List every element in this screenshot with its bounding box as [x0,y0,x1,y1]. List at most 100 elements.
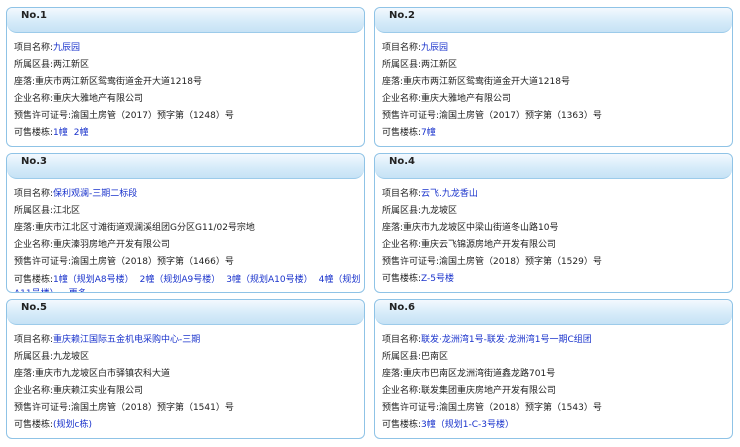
card-number-header: No.6 [375,300,732,325]
district-value: 九龙坡区 [421,206,458,216]
company-row: 企业名称:重庆大雅地产有限公司 [382,91,732,108]
listing-card: No.2 项目名称:九辰园 所属区县:两江新区 座落:重庆市两江新区鸳鸯街道金开大道1… [374,7,733,147]
district-label: 所属区县: [382,206,422,216]
card-number-header: No.4 [375,154,732,179]
building-link[interactable]: Z-5号楼 [421,274,454,284]
district-label: 所属区县: [382,60,422,70]
permit-label: 预售许可证号: [14,111,72,121]
building-link[interactable]: (规划c栋) [53,420,92,430]
building-link[interactable]: 1幢 [53,128,68,138]
project-row: 项目名称:云飞.九龙香山 [382,186,732,203]
project-name-link[interactable]: 九辰园 [53,43,80,53]
company-value: 重庆大雅地产有限公司 [53,94,144,104]
buildings-label: 可售楼栋: [14,420,54,430]
location-label: 座落: [382,223,404,233]
more-buildings-link[interactable]: 更多... [69,289,96,292]
company-row: 企业名称:重庆溱羽房地产开发有限公司 [14,237,364,254]
company-label: 企业名称: [382,94,422,104]
buildings-label: 可售楼栋: [382,128,422,138]
district-row: 所属区县:巴南区 [382,349,732,366]
location-row: 座落:重庆市江北区寸滩街道观澜溪组团G分区G11/02号宗地 [14,220,364,237]
district-row: 所属区县:九龙坡区 [382,203,732,220]
card-body: 项目名称:九辰园 所属区县:两江新区 座落:重庆市两江新区鸳鸯街道金开大道1218号… [375,33,732,142]
card-number-header: No.1 [7,8,364,33]
card-number-header: No.2 [375,8,732,33]
company-value: 重庆云飞锦源房地产开发有限公司 [421,240,557,250]
district-value: 江北区 [53,206,81,216]
location-label: 座落: [382,77,404,87]
project-name-link[interactable]: 保利观澜-三期二标段 [53,189,137,199]
card-body: 项目名称:九辰园 所属区县:两江新区 座落:重庆市两江新区鸳鸯街道金开大道1218号… [7,33,364,142]
project-name-link[interactable]: 重庆赖江国际五金机电采购中心-三期 [53,335,200,345]
district-value: 巴南区 [421,352,449,362]
permit-label: 预售许可证号: [382,257,440,267]
project-row: 项目名称:九辰园 [382,40,732,57]
buildings-row: 可售楼栋:1幢（规划A8号楼） 2幢（规划A9号楼） 3幢（规划A10号楼） 4幢（规… [14,271,364,292]
building-link[interactable]: 3幢（规划A10号楼） [226,275,312,285]
project-row: 项目名称:重庆赖江国际五金机电采购中心-三期 [14,332,364,349]
buildings-label: 可售楼栋: [382,420,422,430]
location-row: 座落:重庆市巴南区龙洲湾街道鑫龙路701号 [382,366,732,383]
company-row: 企业名称:重庆云飞锦源房地产开发有限公司 [382,237,732,254]
card-number-header: No.5 [7,300,364,325]
buildings-row: 可售楼栋:(规划c栋) [14,417,364,434]
location-value: 重庆市两江新区鸳鸯街道金开大道1218号 [403,77,570,87]
company-value: 重庆赖江实业有限公司 [53,386,144,396]
buildings-label: 可售楼栋: [382,274,422,284]
card-body: 项目名称:重庆赖江国际五金机电采购中心-三期所属区县:九龙坡区座落:重庆市九龙坡… [7,325,364,434]
district-row: 所属区县:两江新区 [382,57,732,74]
card-body: 项目名称:云飞.九龙香山 所属区县:九龙坡区 座落:重庆市九龙坡区中梁山街道冬山路1… [375,179,732,288]
district-label: 所属区县: [14,352,54,362]
company-row: 企业名称:重庆大雅地产有限公司 [14,91,364,108]
project-label: 项目名称: [14,335,54,345]
company-label: 企业名称: [382,386,422,396]
project-name-link[interactable]: 联发·龙洲湾1号-联发·龙洲湾1号一期C组团 [421,335,592,345]
location-value: 重庆市江北区寸滩街道观澜溪组团G分区G11/02号宗地 [35,223,255,233]
card-body: 项目名称:联发·龙洲湾1号-联发·龙洲湾1号一期C组团 所属区县:巴南区 座落:重庆… [375,325,732,434]
permit-value: 渝国土房管（2017）预字第（1248）号 [71,111,234,121]
company-row: 企业名称:联发集团重庆房地产开发有限公司 [382,383,732,400]
project-name-link[interactable]: 九辰园 [421,43,448,53]
project-label: 项目名称: [14,43,54,53]
location-value: 重庆市九龙坡区白市驿镇农科大道 [35,369,171,379]
permit-value: 渝国土房管（2017）预字第（1363）号 [439,111,602,121]
project-row: 项目名称:九辰园 [14,40,364,57]
project-label: 项目名称: [382,43,422,53]
building-link[interactable]: 7幢 [421,128,436,138]
permit-label: 预售许可证号: [14,257,72,267]
location-row: 座落:重庆市九龙坡区白市驿镇农科大道 [14,366,364,383]
permit-row: 预售许可证号:渝国土房管（2017）预字第（1363）号 [382,108,732,125]
permit-row: 预售许可证号:渝国土房管（2018）预字第（1541）号 [14,400,364,417]
permit-value: 渝国土房管（2018）预字第（1529）号 [439,257,602,267]
permit-value: 渝国土房管（2018）预字第（1543）号 [439,403,602,413]
district-value: 九龙坡区 [53,352,90,362]
listing-card: No.4 项目名称:云飞.九龙香山 所属区县:九龙坡区 座落:重庆市九龙坡区中梁山街道… [374,153,733,293]
location-label: 座落: [14,369,36,379]
permit-value: 渝国土房管（2018）预字第（1466）号 [71,257,234,267]
location-row: 座落:重庆市两江新区鸳鸯街道金开大道1218号 [14,74,364,91]
location-row: 座落:重庆市两江新区鸳鸯街道金开大道1218号 [382,74,732,91]
district-label: 所属区县: [14,60,54,70]
company-value: 联发集团重庆房地产开发有限公司 [421,386,557,396]
listing-card: No.6 项目名称:联发·龙洲湾1号-联发·龙洲湾1号一期C组团 所属区县:巴南区座… [374,299,733,439]
buildings-row: 可售楼栋:1幢 2幢 [14,125,364,142]
building-link[interactable]: 2幢 [74,128,89,138]
building-link[interactable]: 1幢（规划A8号楼） [53,275,134,285]
building-link[interactable]: 3幢（规划1-C-3号楼） [421,420,514,430]
location-row: 座落:重庆市九龙坡区中梁山街道冬山路10号 [382,220,732,237]
district-row: 所属区县:两江新区 [14,57,364,74]
building-link[interactable]: 2幢（规划A9号楼） [140,275,221,285]
permit-label: 预售许可证号: [382,403,440,413]
project-label: 项目名称: [14,189,54,199]
buildings-row: 可售楼栋:Z-5号楼 [382,271,732,288]
project-name-link[interactable]: 云飞.九龙香山 [421,189,478,199]
buildings-row: 可售楼栋:3幢（规划1-C-3号楼） [382,417,732,434]
district-label: 所属区县: [382,352,422,362]
location-label: 座落: [14,77,36,87]
district-label: 所属区县: [14,206,54,216]
listing-card: No.1 项目名称:九辰园 所属区县:两江新区 座落:重庆市两江新区鸳鸯街道金开大道1… [6,7,365,147]
card-body: 项目名称:保利观澜-三期二标段所属区县:江北区座落:重庆市江北区寸滩街道观澜溪组… [7,179,364,292]
company-value: 重庆溱羽房地产开发有限公司 [53,240,171,250]
card-number-header: No.3 [7,154,364,179]
permit-label: 预售许可证号: [14,403,72,413]
